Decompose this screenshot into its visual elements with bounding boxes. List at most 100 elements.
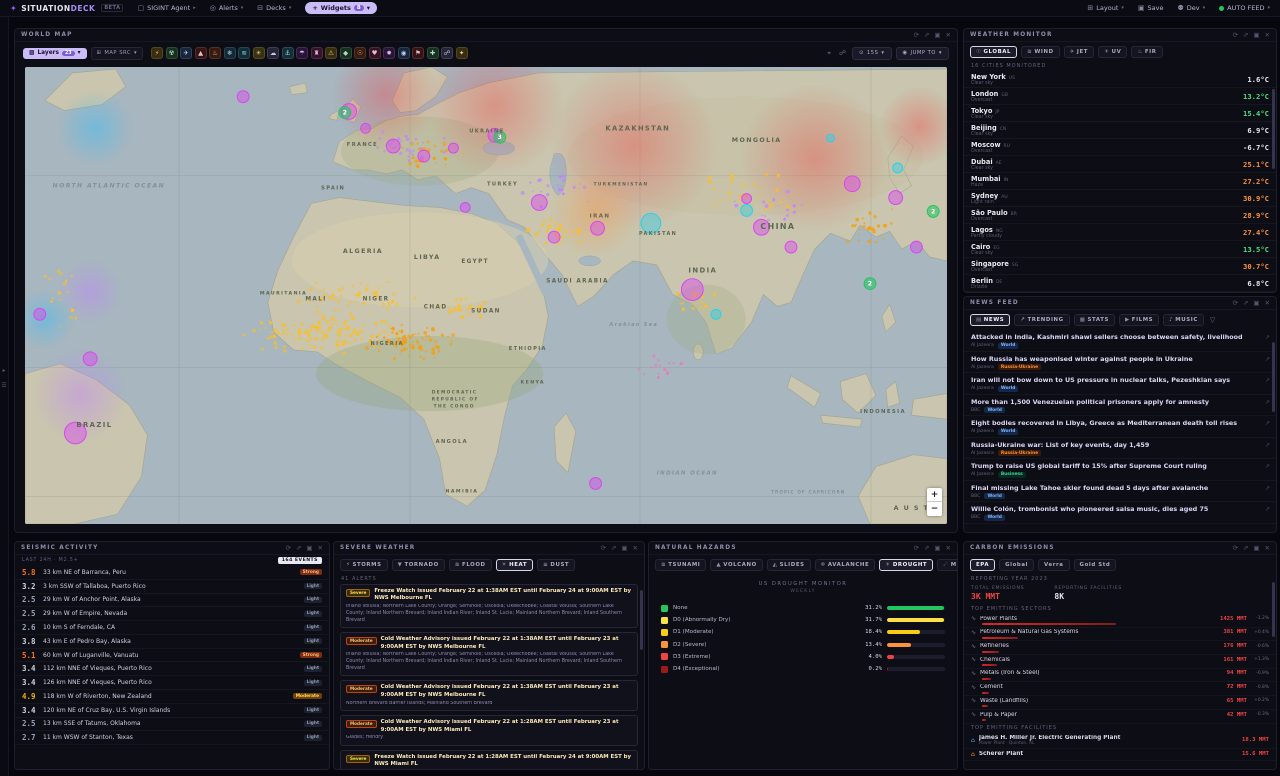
earthquake-row[interactable]: 3.2 3 km SSW of Tallaboa, Puerto Rico Ligh… <box>15 580 329 594</box>
news-item[interactable]: Attacked in India, Kashmiri shawl seller… <box>964 330 1276 352</box>
refresh-icon[interactable]: ⟳ <box>1232 300 1237 307</box>
tab-hazard-volcano[interactable]: ▲ VOLCANO <box>710 559 763 571</box>
scrollbar[interactable] <box>1272 582 1275 637</box>
layer-chip-13[interactable]: ◆ <box>339 47 352 59</box>
city-row[interactable]: Cairo EG Clear sky 13.5°C <box>964 241 1276 258</box>
share-icon[interactable]: ⇗ <box>1243 300 1248 307</box>
layer-chip-18[interactable]: ⚑ <box>412 47 425 59</box>
layer-chip-11[interactable]: ♜ <box>310 47 323 59</box>
sector-row[interactable]: ∿ Metals (Iron & Steel) 94 MMT -0.9% <box>964 669 1276 683</box>
layer-chip-1[interactable]: ☢ <box>165 47 178 59</box>
jump-to-select[interactable]: ◉ JUMP TO ▾ <box>895 46 949 60</box>
rail-menu-icon[interactable]: ☰ <box>1 382 6 389</box>
save-button[interactable]: ▣ Save <box>1138 4 1164 12</box>
tab-carbon-epa[interactable]: EPA <box>970 559 996 571</box>
layer-chip-4[interactable]: ♨ <box>209 47 222 59</box>
tab-weather-uv[interactable]: ☀ UV <box>1098 46 1128 58</box>
external-link-icon[interactable]: ↗ <box>1265 334 1270 341</box>
city-row[interactable]: Moscow RU Overcast -6.7°C <box>964 139 1276 156</box>
earthquake-row[interactable]: 2.5 29 km W of Anchor Point, Alaska Light <box>15 594 329 608</box>
sector-row[interactable]: ∿ Cement 72 MMT -0.8% <box>964 682 1276 696</box>
menu-user[interactable]: ⚉ Dev ▾ <box>1178 4 1206 12</box>
layer-chip-21[interactable]: ✦ <box>455 47 468 59</box>
sector-row[interactable]: ∿ Petroleum & Natural Gas Systems 381 MMT +… <box>964 628 1276 642</box>
tab-severe-heat[interactable]: ☀ HEAT <box>495 559 534 571</box>
expand-icon[interactable]: ▣ <box>1253 545 1259 552</box>
map-source-select[interactable]: ⊞ MAP SRC ▾ <box>90 46 144 60</box>
layer-chip-9[interactable]: ⚓ <box>281 47 294 59</box>
layer-chip-0[interactable]: ⚡ <box>151 47 164 59</box>
close-icon[interactable]: ✕ <box>946 545 951 552</box>
scrollbar[interactable] <box>640 590 643 650</box>
tab-carbon-verra[interactable]: Verra <box>1038 559 1070 571</box>
refresh-icon[interactable]: ⟳ <box>913 545 918 552</box>
globe-icon[interactable]: ☍ <box>839 49 846 57</box>
sector-row[interactable]: ∿ Chemicals 161 MMT +1.3% <box>964 655 1276 669</box>
external-link-icon[interactable]: ↗ <box>1265 420 1270 427</box>
sector-row[interactable]: ∿ Power Plants 1425 MMT -1.2% <box>964 614 1276 628</box>
refresh-icon[interactable]: ⟳ <box>913 32 918 39</box>
earthquake-row[interactable]: 2.6 10 km S of Ferndale, CA Light <box>15 621 329 635</box>
tab-severe-storms[interactable]: ⚡ STORMS <box>340 559 388 571</box>
menu-layout[interactable]: ⊞ Layout ▾ <box>1087 4 1124 12</box>
facility-row[interactable]: ⌂ Scherer Plant 15.6 MMT <box>964 749 1276 761</box>
earthquake-row[interactable]: 5.1 60 km W of Luganville, Vanuatu Strong <box>15 649 329 663</box>
layer-chip-5[interactable]: ❄ <box>223 47 236 59</box>
scrollbar[interactable] <box>1272 342 1275 412</box>
layer-chip-2[interactable]: ✈ <box>180 47 193 59</box>
sector-row[interactable]: ∿ Waste (Landfills) 65 MMT +0.2% <box>964 696 1276 710</box>
tab-weather-global[interactable]: ☉ GLOBAL <box>970 46 1018 58</box>
zoom-in-button[interactable]: + <box>927 488 942 502</box>
layer-chip-10[interactable]: ☂ <box>296 47 309 59</box>
filter-icon[interactable]: ▽ <box>1210 316 1215 324</box>
scrollbar[interactable] <box>1272 89 1275 169</box>
tab-news-stats[interactable]: ▦ STATS <box>1073 314 1115 326</box>
rail-expand-icon[interactable]: ▸ <box>2 367 5 374</box>
news-item[interactable]: Final missing Lake Tahoe skier found dea… <box>964 481 1276 502</box>
external-link-icon[interactable]: ↗ <box>1265 463 1270 470</box>
weather-alert-card[interactable]: Severe Freeze Watch issued February 22 at… <box>340 584 638 629</box>
layer-chip-6[interactable]: ≋ <box>238 47 251 59</box>
news-item[interactable]: More than 1,500 Venezuelan political pri… <box>964 395 1276 416</box>
close-icon[interactable]: ✕ <box>318 545 323 552</box>
share-icon[interactable]: ⇗ <box>1243 32 1248 39</box>
tab-hazard-drought[interactable]: ☀ DROUGHT <box>879 559 934 571</box>
layer-chip-16[interactable]: ✸ <box>383 47 396 59</box>
news-item[interactable]: Willie Colón, trombonist who pioneered s… <box>964 502 1276 524</box>
city-row[interactable]: London GB Overcast 13.2°C <box>964 88 1276 105</box>
city-row[interactable]: Beijing CN Clear sky 6.9°C <box>964 122 1276 139</box>
earthquake-row[interactable]: 3.4 120 km NE of Cruz Bay, U.S. Virgin Is… <box>15 704 329 718</box>
layer-chip-8[interactable]: ☁ <box>267 47 280 59</box>
expand-icon[interactable]: ▣ <box>934 32 940 39</box>
tab-carbon-gold-std[interactable]: Gold Std <box>1073 559 1117 571</box>
share-icon[interactable]: ⇗ <box>1243 545 1248 552</box>
layer-chip-19[interactable]: ✚ <box>426 47 439 59</box>
city-row[interactable]: Dubai AE Clear sky 25.1°C <box>964 156 1276 173</box>
tab-news-trending[interactable]: ↗ TRENDING <box>1014 314 1070 326</box>
expand-icon[interactable]: ▣ <box>934 545 940 552</box>
layer-chip-14[interactable]: ☉ <box>354 47 367 59</box>
external-link-icon[interactable]: ↗ <box>1265 377 1270 384</box>
earthquake-row[interactable]: 2.5 13 km SSE of Tatums, Oklahoma Light <box>15 718 329 732</box>
auto-feed-toggle[interactable]: AUTO FEED ▾ <box>1219 4 1270 12</box>
city-row[interactable]: Lagos NG Partly cloudy 27.4°C <box>964 224 1276 241</box>
tab-severe-tornado[interactable]: ▼ TORNADO <box>391 559 445 571</box>
tab-severe-dust[interactable]: ≡ DUST <box>537 559 576 571</box>
earthquake-row[interactable]: 2.5 29 km W of Empire, Nevada Light <box>15 607 329 622</box>
layer-chip-20[interactable]: ☍ <box>441 47 454 59</box>
menu-alerts[interactable]: ◎ Alerts ▾ <box>210 4 243 12</box>
layer-chip-3[interactable]: ▲ <box>194 47 207 59</box>
city-row[interactable]: New York US Clear sky 1.6°C <box>964 71 1276 88</box>
layer-chip-17[interactable]: ◉ <box>397 47 410 59</box>
tab-news-music[interactable]: ♪ MUSIC <box>1163 314 1204 326</box>
refresh-interval-select[interactable]: ⊙ 15S ▾ <box>852 46 892 60</box>
tab-severe-flood[interactable]: ≋ FLOOD <box>448 559 492 571</box>
share-icon[interactable]: ⇗ <box>924 32 929 39</box>
tab-weather-wind[interactable]: ≋ WIND <box>1021 46 1060 58</box>
refresh-icon[interactable]: ⟳ <box>600 545 605 552</box>
layers-button[interactable]: ▩ Layers 23 ▾ <box>23 47 87 59</box>
tab-news-films[interactable]: ▶ FILMS <box>1118 314 1160 326</box>
refresh-icon[interactable]: ⟳ <box>285 545 290 552</box>
close-icon[interactable]: ✕ <box>1265 300 1270 307</box>
tab-weather-fir[interactable]: ♨ FIR <box>1131 46 1163 58</box>
